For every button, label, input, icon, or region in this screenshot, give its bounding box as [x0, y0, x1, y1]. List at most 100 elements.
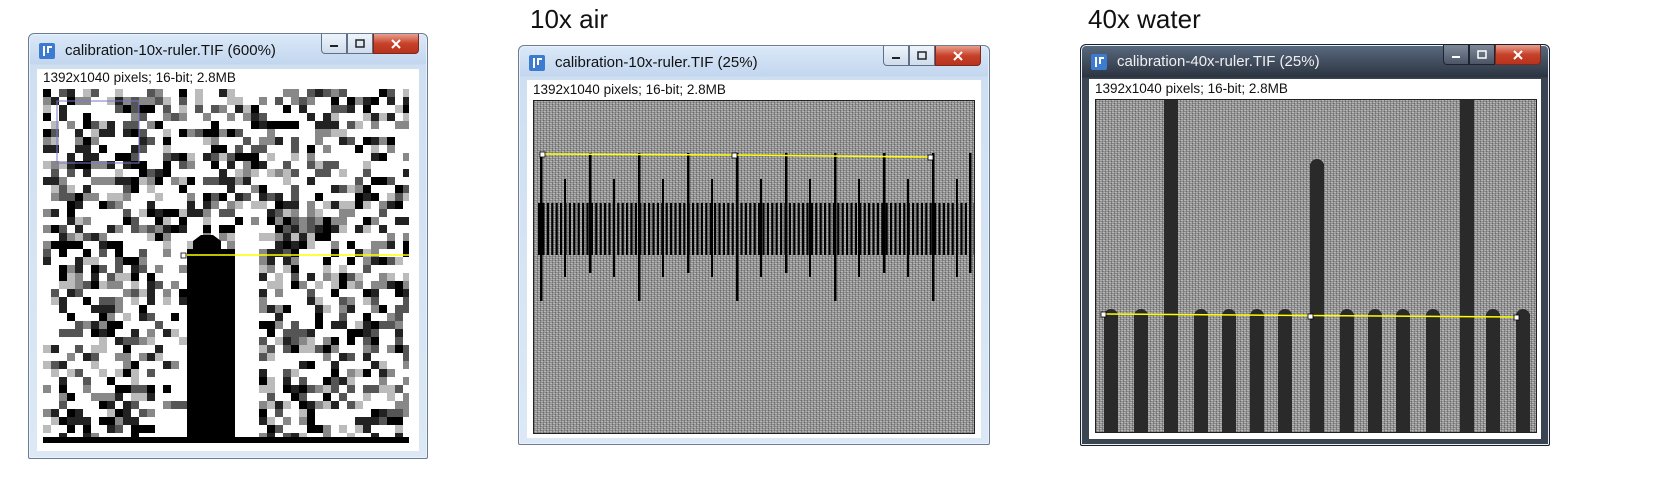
short-tick	[1250, 314, 1264, 432]
pixel	[379, 177, 387, 185]
maximize-button[interactable]	[909, 46, 935, 66]
pixel	[115, 281, 123, 289]
pixel	[227, 233, 235, 241]
image-canvas[interactable]	[43, 89, 409, 445]
pixel	[379, 361, 387, 369]
title-bar[interactable]: calibration-10x-ruler.TIF (25%)	[519, 46, 989, 76]
pixel	[107, 225, 115, 233]
minor-tick	[586, 203, 589, 255]
title-bar[interactable]: calibration-10x-ruler.TIF (600%)	[29, 34, 427, 64]
minimize-button[interactable]	[1443, 45, 1469, 65]
pixel	[355, 121, 363, 129]
pixel	[187, 321, 195, 329]
pixel	[267, 121, 275, 129]
pixel	[283, 241, 291, 249]
pixel	[187, 305, 195, 313]
pixel	[211, 289, 219, 297]
pixel	[291, 121, 299, 129]
pixel	[123, 313, 131, 321]
minor-tick	[824, 203, 827, 255]
pixel	[331, 105, 339, 113]
pixel	[163, 297, 171, 305]
short-tick	[1278, 314, 1292, 432]
pixel	[299, 217, 307, 225]
title-bar[interactable]: calibration-40x-ruler.TIF (25%)	[1081, 45, 1549, 75]
pixel	[275, 313, 283, 321]
pixel	[131, 401, 139, 409]
pixel	[339, 105, 347, 113]
close-button[interactable]	[1495, 45, 1541, 65]
pixel	[211, 161, 219, 169]
pixel	[139, 337, 147, 345]
pixel	[235, 193, 243, 201]
pixel	[347, 137, 355, 145]
pixel	[347, 401, 355, 409]
pixel	[331, 385, 339, 393]
pixel	[115, 153, 123, 161]
pixel	[331, 377, 339, 385]
pixel	[219, 321, 227, 329]
close-button[interactable]	[373, 34, 419, 54]
pixel	[363, 297, 371, 305]
minor-tick	[920, 203, 923, 255]
pixel	[283, 345, 291, 353]
pixel	[339, 321, 347, 329]
minor-tick	[793, 203, 796, 255]
minor-tick	[854, 203, 857, 255]
minor-tick	[582, 203, 585, 255]
image-canvas[interactable]	[533, 100, 975, 434]
image-window-10x-zoom[interactable]: calibration-10x-ruler.TIF (600%) 1392x10…	[28, 33, 428, 459]
pixel	[67, 241, 75, 249]
major-tick	[540, 153, 543, 301]
pixel	[267, 401, 275, 409]
image-window-40x-water[interactable]: calibration-40x-ruler.TIF (25%) 1392x104…	[1080, 44, 1550, 446]
pixel	[339, 353, 347, 361]
minimize-button[interactable]	[883, 46, 909, 66]
pixel	[291, 209, 299, 217]
close-button[interactable]	[935, 46, 981, 66]
pixel	[347, 281, 355, 289]
maximize-button[interactable]	[1469, 45, 1495, 65]
pixel	[291, 257, 299, 265]
pixel	[323, 425, 331, 433]
pixel	[83, 121, 91, 129]
pixel	[195, 257, 203, 265]
pixel	[115, 369, 123, 377]
pixel	[275, 337, 283, 345]
pixel	[315, 321, 323, 329]
pixel	[91, 345, 99, 353]
pixel	[331, 217, 339, 225]
pixel	[75, 129, 83, 137]
caption-10x-air: 10x air	[530, 4, 609, 34]
pixel	[211, 273, 219, 281]
pixel	[211, 321, 219, 329]
pixel	[195, 337, 203, 345]
pixel	[387, 193, 395, 201]
pixel	[323, 129, 331, 137]
pixel	[315, 225, 323, 233]
pixel	[331, 401, 339, 409]
pixel	[251, 113, 259, 121]
pixel	[371, 385, 379, 393]
pixel	[363, 265, 371, 273]
pixel	[171, 361, 179, 369]
pixel	[219, 313, 227, 321]
pixel	[387, 241, 395, 249]
short-tick-cap	[1486, 309, 1500, 323]
maximize-button[interactable]	[347, 34, 373, 54]
pixel	[291, 89, 299, 97]
minimize-button[interactable]	[321, 34, 347, 54]
pixel	[99, 329, 107, 337]
pixel	[227, 89, 235, 97]
pixel	[99, 313, 107, 321]
pixel	[267, 137, 275, 145]
pixel	[99, 201, 107, 209]
image-canvas[interactable]	[1095, 99, 1537, 433]
pixel	[91, 281, 99, 289]
pixel	[299, 97, 307, 105]
minor-tick	[771, 203, 774, 255]
image-window-10x-air[interactable]: calibration-10x-ruler.TIF (25%) 1392x104…	[518, 45, 990, 445]
pixel	[67, 161, 75, 169]
pixel	[187, 193, 195, 201]
pixel	[91, 161, 99, 169]
